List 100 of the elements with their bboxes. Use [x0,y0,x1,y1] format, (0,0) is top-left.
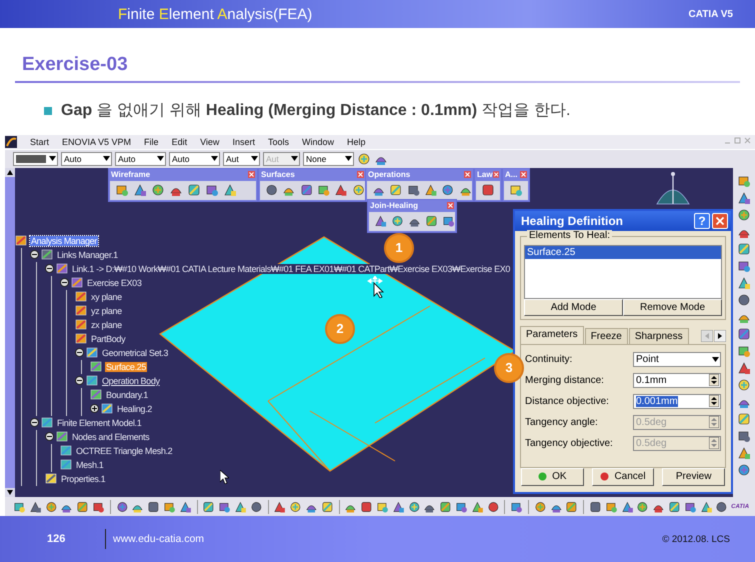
ok-button[interactable]: OK [521,468,584,486]
tool-icon[interactable] [300,183,313,198]
tool-icon[interactable] [316,183,330,198]
style-dropdown[interactable]: None [303,152,354,166]
tree-item[interactable]: yz plane [90,306,123,316]
tree-item[interactable]: zx plane [90,320,123,330]
tool-icon[interactable] [392,500,405,514]
expand-icon[interactable] [90,404,99,414]
tool-icon[interactable] [187,183,201,198]
tree-item[interactable]: Analysis Manager [30,236,98,246]
tool-icon[interactable] [737,174,751,188]
tool-icon[interactable] [115,183,129,198]
mode-button[interactable]: Add Mode [524,298,623,316]
tool-icon[interactable] [265,183,278,198]
tree-item[interactable]: xy plane [90,292,123,302]
collapse-icon[interactable] [60,278,69,288]
tree-item[interactable]: Mesh.1 [75,460,104,470]
tree-item[interactable]: Properties.1 [60,474,106,484]
tool-icon[interactable] [565,500,578,514]
tree-item[interactable]: Link.1 -> D:₩#10 Work₩#01 CATIA Lecture Materials₩#01 FEA EX01₩#01 CATPart₩Exercise EX03₩Exercise EX0 [71,264,512,274]
tool-icon[interactable] [374,214,387,228]
tool-icon[interactable] [178,500,192,514]
tree-item[interactable]: Geometrical Set.3 [101,348,170,358]
app-logo-icon[interactable] [5,136,17,148]
collapse-icon[interactable] [45,432,54,442]
tool-icon[interactable] [334,183,348,198]
tool-icon[interactable] [737,190,751,205]
tool-icon[interactable] [481,183,495,198]
tool-icon[interactable] [439,500,452,514]
tool-icon[interactable] [320,500,334,514]
tool-icon[interactable] [406,183,420,198]
preview-button[interactable]: Preview [662,468,726,486]
tree-item[interactable]: Links Manager.1 [56,250,119,260]
tool-icon[interactable] [391,214,404,228]
input-field[interactable]: 0.001mm [633,394,721,409]
tool-icon[interactable] [636,500,650,514]
menu-item[interactable]: ENOVIA V5 VPM [62,136,132,147]
tool-icon[interactable] [202,500,216,514]
continuity-dropdown[interactable]: Point [633,352,721,367]
tree-item[interactable]: Finite Element Model.1 [56,418,142,428]
tree-item[interactable]: Operation Body [101,376,161,386]
tool-icon[interactable] [389,183,403,198]
tool-icon[interactable] [470,500,484,514]
tree-item[interactable]: Healing.2 [116,404,153,414]
tool-icon[interactable] [151,183,165,198]
tab[interactable]: Freeze [584,328,628,344]
tool-icon[interactable] [620,500,634,514]
tool-icon[interactable] [737,258,751,273]
tool-icon[interactable] [442,214,455,228]
list-item[interactable]: Surface.25 [525,246,721,259]
tab[interactable]: Parameters [520,326,584,344]
tool-icon[interactable] [486,500,500,514]
tool-icon[interactable] [116,500,128,514]
tree-item[interactable]: Exercise EX03 [86,278,142,288]
tool-icon[interactable] [737,326,751,341]
collapse-icon[interactable] [45,264,54,274]
tool-icon[interactable] [737,344,751,358]
tool-icon[interactable] [133,183,147,198]
tool-icon[interactable] [147,500,160,514]
collapse-icon[interactable] [75,376,84,386]
tool-icon[interactable] [441,183,455,198]
tool-icon[interactable] [408,500,420,514]
scrollbar[interactable] [5,168,15,498]
menu-item[interactable]: Window [302,136,334,147]
tool-icon[interactable] [425,214,438,228]
menu-item[interactable]: Tools [268,136,289,147]
mode-button[interactable]: Remove Mode [623,298,722,316]
tool-icon[interactable] [737,242,751,256]
tool-icon[interactable] [589,500,602,514]
tool-icon[interactable] [28,500,42,514]
tool-icon[interactable] [700,500,712,514]
tool-icon[interactable] [668,500,681,514]
tool-icon[interactable] [737,276,751,290]
tool-icon[interactable] [737,292,751,307]
tool-icon[interactable] [737,360,751,375]
collapse-icon[interactable] [75,348,84,358]
tool-icon[interactable] [234,500,247,514]
scroll-right-icon[interactable] [714,330,726,342]
collapse-icon[interactable] [30,250,39,260]
tool-icon[interactable] [534,500,547,514]
tool-icon[interactable] [289,500,302,514]
menu-item[interactable]: Insert [232,136,255,147]
menu-item[interactable]: Edit [172,136,188,147]
style-dropdown[interactable]: Aut [223,152,260,166]
tool-icon[interactable] [205,183,219,198]
tool-icon[interactable] [250,500,263,514]
tool-icon[interactable] [737,428,751,443]
tool-icon[interactable] [737,378,751,392]
tool-icon[interactable] [737,446,751,460]
menu-item[interactable]: Start [30,136,50,147]
spin-icon[interactable] [709,374,719,386]
scroll-down-icon[interactable] [5,488,15,498]
tree-item[interactable]: Nodes and Elements [71,432,150,442]
tool-icon[interactable] [737,208,751,222]
tab[interactable]: Sharpness [628,328,689,344]
compass-icon[interactable] [655,170,691,206]
tool-icon[interactable] [44,500,58,514]
tool-icon[interactable] [273,500,286,514]
elements-list[interactable]: Surface.25 [524,244,722,299]
tree-item[interactable]: Boundary.1 [105,390,149,400]
